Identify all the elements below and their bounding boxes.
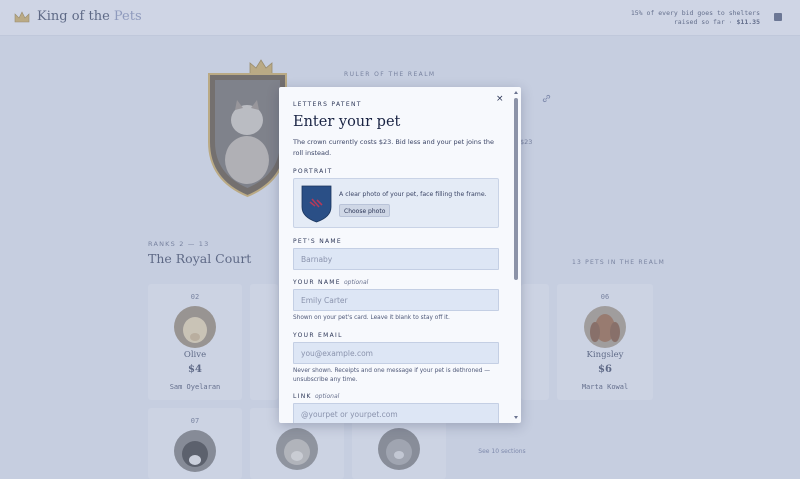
link-label-text: LINK <box>293 393 312 400</box>
dialog-scrollbar[interactable] <box>513 91 519 419</box>
scroll-up-icon[interactable] <box>514 91 518 94</box>
shield-icon <box>301 185 332 223</box>
enter-pet-dialog: × LETTERS PATENT Enter your pet The crow… <box>279 87 521 423</box>
link-label: LINK optional <box>293 393 339 400</box>
optional-tag: optional <box>314 393 340 400</box>
email-label: YOUR EMAIL <box>293 332 343 339</box>
portrait-label: PORTRAIT <box>293 168 333 175</box>
pet-name-input[interactable] <box>293 248 499 270</box>
scroll-down-icon[interactable] <box>514 416 518 419</box>
dialog-intro: The crown currently costs $23. Bid less … <box>293 138 495 157</box>
your-name-input[interactable] <box>293 289 499 311</box>
dialog-eyebrow: LETTERS PATENT <box>293 101 362 108</box>
your-name-label: YOUR NAME optional <box>293 279 368 286</box>
close-icon[interactable]: × <box>496 94 504 104</box>
your-name-help: Shown on your pet's card. Leave it blank… <box>293 315 450 321</box>
email-help: Never shown. Receipts and one message if… <box>293 368 491 383</box>
portrait-dropzone[interactable]: A clear photo of your pet, face filling … <box>293 178 499 228</box>
dialog-title: Enter your pet <box>293 114 401 130</box>
link-input[interactable] <box>293 403 499 423</box>
email-input[interactable] <box>293 342 499 364</box>
optional-tag: optional <box>344 279 369 286</box>
pet-name-label: PET'S NAME <box>293 238 342 245</box>
portrait-hint: A clear photo of your pet, face filling … <box>339 191 487 198</box>
your-name-label-text: YOUR NAME <box>293 279 341 286</box>
scroll-thumb[interactable] <box>514 98 518 280</box>
choose-photo-button[interactable]: Choose photo <box>339 204 391 217</box>
